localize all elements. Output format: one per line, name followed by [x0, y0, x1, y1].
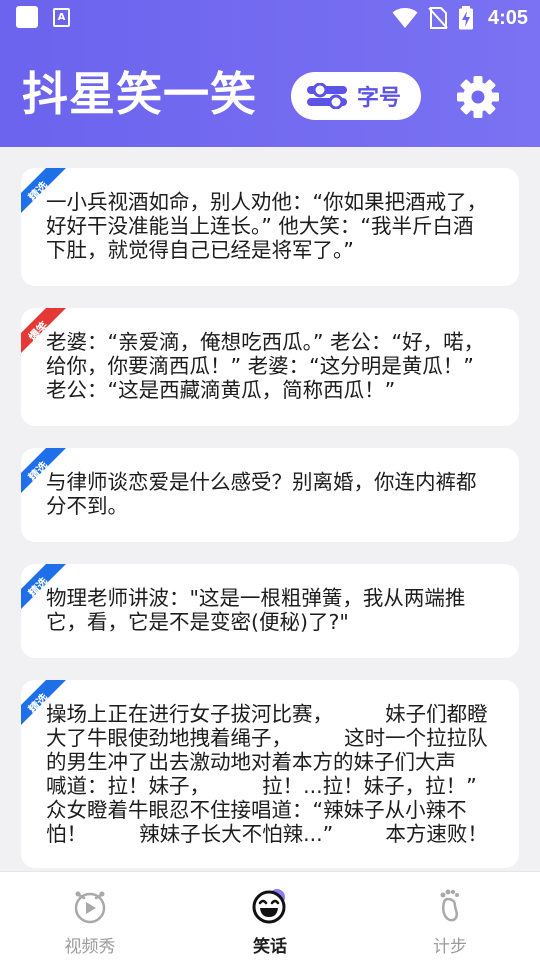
bottom-nav: 视频秀 笑话 计步 — [0, 871, 540, 960]
nav-label: 笑话 — [253, 937, 287, 957]
font-size-button[interactable]: 字号 — [291, 72, 421, 120]
text-a-icon: A — [53, 8, 70, 27]
nav-label: 计步 — [433, 937, 467, 957]
joke-card[interactable]: 精选 物理老师讲波："这是一根粗弹簧，我从两端推 它，看，它是不是变密(便秘)了… — [21, 564, 519, 658]
nav-item-jokes[interactable]: 笑话 — [180, 872, 360, 960]
nav-item-video-show[interactable]: 视频秀 — [0, 872, 180, 960]
joke-card[interactable]: 精选 一小兵视酒如命，别人劝他：“你如果把酒戒了， 好好干没准能当上连长。” 他… — [21, 168, 519, 286]
status-bar: A 4:05 — [0, 0, 540, 36]
nav-item-step-counter[interactable]: 计步 — [360, 872, 540, 960]
laughing-face-icon — [252, 889, 286, 924]
joke-text: 一小兵视酒如命，别人劝他：“你如果把酒戒了， 好好干没准能当上连长。” 他大笑：… — [46, 190, 488, 262]
nav-label: 视频秀 — [64, 937, 116, 957]
font-size-label: 字号 — [357, 86, 402, 111]
battery-charging-icon — [459, 6, 473, 30]
app-header: A 4:05 抖星笑一笑 字号 — [0, 0, 540, 147]
app-title: 抖星笑一笑 — [22, 67, 257, 121]
joke-text: 操场上正在进行女子拔河比赛， 妹子们都瞪 大了牛眼使劲地拽着绳子， 这时一个拉拉… — [46, 702, 488, 846]
footprint-icon — [440, 889, 459, 922]
joke-card[interactable]: 精选 与律师谈恋爱是什么感受？别离婚，你连内裤都 分不到。 — [21, 448, 519, 542]
gear-icon[interactable] — [455, 74, 501, 120]
status-icons — [392, 6, 474, 30]
joke-card[interactable]: 爆笑 老婆：“亲爱滴，俺想吃西瓜。” 老公：“好，喏， 给你，你要滴西瓜！” 老… — [21, 308, 519, 426]
joke-card[interactable]: 精选 操场上正在进行女子拔河比赛， 妹子们都瞪 大了牛眼使劲地拽着绳子， 这时一… — [21, 680, 519, 868]
no-sim-icon — [428, 7, 448, 29]
joke-text: 物理老师讲波："这是一根粗弹簧，我从两端推 它，看，它是不是变密(便秘)了?" — [46, 586, 466, 634]
toggle-icon — [307, 83, 347, 109]
video-show-icon — [74, 891, 106, 924]
joke-text: 与律师谈恋爱是什么感受？别离婚，你连内裤都 分不到。 — [46, 470, 477, 518]
notification-square-icon — [16, 6, 38, 28]
wifi-icon — [392, 8, 418, 28]
status-time: 4:05 — [487, 7, 528, 29]
joke-text: 老婆：“亲爱滴，俺想吃西瓜。” 老公：“好，喏， 给你，你要滴西瓜！” 老婆：“… — [46, 330, 485, 402]
